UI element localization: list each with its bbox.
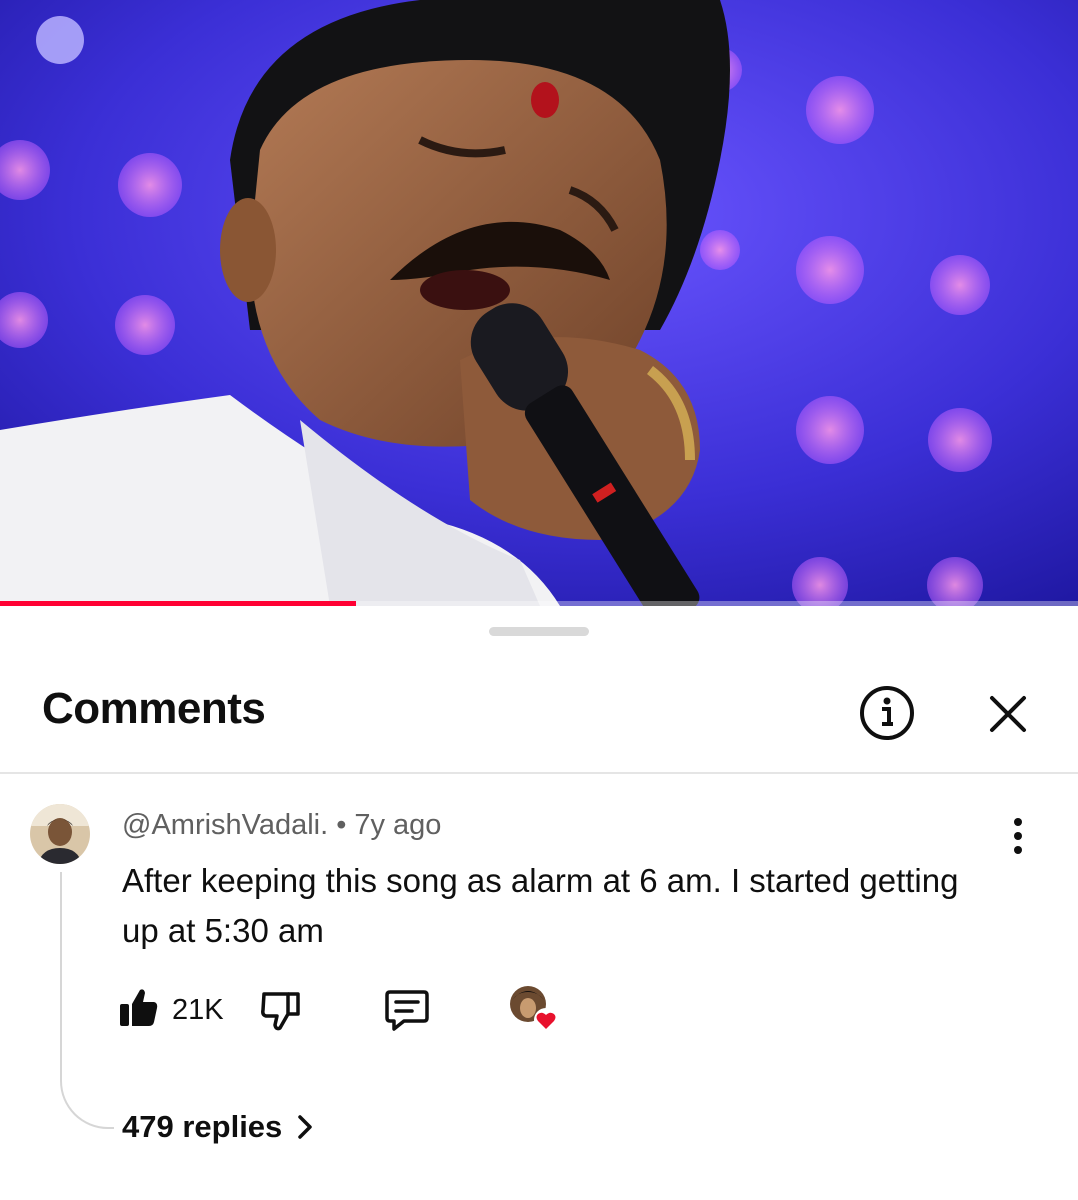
- user-avatar-icon: [30, 804, 90, 864]
- more-options-button[interactable]: [1000, 816, 1036, 856]
- thumbs-down-icon: [261, 992, 300, 1031]
- drag-handle[interactable]: [489, 627, 589, 636]
- close-button[interactable]: [982, 688, 1034, 740]
- like-count: 21K: [172, 994, 224, 1026]
- close-icon: [990, 696, 1026, 732]
- comment-meta: @AmrishVadali. • 7y ago: [122, 809, 441, 842]
- comment-time: 7y ago: [354, 809, 442, 841]
- more-vertical-icon: [1014, 818, 1022, 854]
- info-button[interactable]: [858, 684, 916, 742]
- video-frame-image: [0, 0, 1078, 606]
- chevron-right-icon: [298, 1115, 313, 1139]
- comment-text: After keeping this song as alarm at 6 am…: [122, 862, 959, 949]
- comments-sheet: Comments @AmrishVadali. • 7y ago After kee…: [0, 606, 1078, 1200]
- replies-label: 479 replies: [122, 1109, 283, 1144]
- comments-title: Comments: [42, 684, 266, 733]
- video-player[interactable]: [0, 0, 1078, 606]
- like-button[interactable]: [118, 986, 160, 1030]
- meta-separator: •: [336, 809, 347, 841]
- view-replies-button[interactable]: 479 replies: [122, 1109, 314, 1145]
- creator-heart-icon: [510, 986, 558, 1032]
- comment-author[interactable]: @AmrishVadali.: [122, 809, 328, 841]
- info-icon: [860, 686, 914, 740]
- divider: [0, 772, 1078, 774]
- comment-reply-icon: [385, 990, 429, 1031]
- creator-heart: [508, 984, 560, 1034]
- avatar[interactable]: [30, 804, 90, 864]
- thumbs-up-filled-icon: [120, 989, 158, 1026]
- dislike-button[interactable]: [260, 988, 302, 1032]
- reply-button[interactable]: [384, 988, 430, 1032]
- thread-line: [60, 872, 114, 1129]
